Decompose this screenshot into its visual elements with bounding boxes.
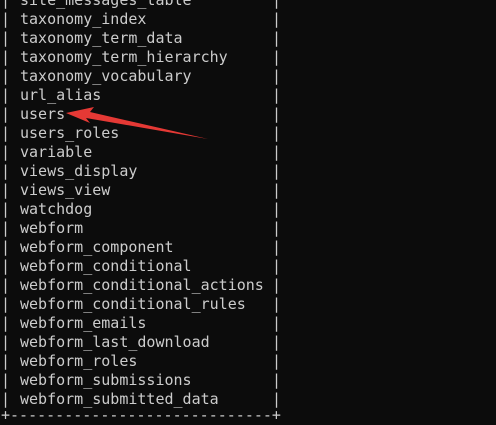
row-border-left: | — [1, 124, 11, 142]
table-name-cell: users — [20, 105, 66, 123]
table-name-cell: webform_conditional_actions — [20, 276, 264, 294]
table-row: | taxonomy_vocabulary | — [0, 67, 496, 86]
table-row: | taxonomy_term_data | — [0, 29, 496, 48]
table-name-cell: url_alias — [20, 86, 102, 104]
row-border-right: | — [272, 29, 282, 47]
table-row: | users_roles | — [0, 124, 496, 143]
row-border-right: | — [272, 105, 282, 123]
row-border-left: | — [1, 162, 11, 180]
row-border-right: | — [272, 124, 282, 142]
row-border-right: | — [272, 371, 282, 389]
row-border-right: | — [272, 10, 282, 28]
table-listing: | site_messages_table | | taxonomy_index | | ta… — [0, 0, 496, 409]
row-border-right: | — [272, 181, 282, 199]
row-border-left: | — [1, 67, 11, 85]
table-row: | webform_emails | — [0, 314, 496, 333]
row-border-left: | — [1, 333, 11, 351]
row-border-right: | — [272, 143, 282, 161]
table-name-cell: webform_component — [20, 238, 174, 256]
row-border-right: | — [272, 314, 282, 332]
row-border-right: | — [272, 200, 282, 218]
row-border-left: | — [1, 371, 11, 389]
table-row: | webform_submissions | — [0, 371, 496, 390]
row-border-left: | — [1, 295, 11, 313]
row-border-right: | — [272, 0, 282, 9]
table-row: | webform_conditional | — [0, 257, 496, 276]
table-row: | webform_roles | — [0, 352, 496, 371]
table-row: | webform_last_download | — [0, 333, 496, 352]
table-row: | webform_component | — [0, 238, 496, 257]
row-border-right: | — [272, 219, 282, 237]
table-row: | url_alias | — [0, 86, 496, 105]
row-border-left: | — [1, 238, 11, 256]
table-bottom-border: +-----------------------------+ — [1, 406, 281, 424]
row-border-right: | — [272, 295, 282, 313]
table-row: | views_view | — [0, 181, 496, 200]
table-row: | views_display | — [0, 162, 496, 181]
table-name-cell: views_display — [20, 162, 138, 180]
table-name-cell: taxonomy_term_hierarchy — [20, 48, 228, 66]
table-name-cell: watchdog — [20, 200, 93, 218]
table-name-cell: webform_roles — [20, 352, 138, 370]
table-name-cell: taxonomy_vocabulary — [20, 67, 192, 85]
table-row: | webform_conditional_rules | — [0, 295, 496, 314]
row-border-left: | — [1, 143, 11, 161]
table-name-cell: views_view — [20, 181, 111, 199]
table-name-cell: webform_emails — [20, 314, 147, 332]
row-border-left: | — [1, 10, 11, 28]
row-border-left: | — [1, 29, 11, 47]
table-name-cell: webform_submissions — [20, 371, 192, 389]
row-border-right: | — [272, 162, 282, 180]
row-border-left: | — [1, 219, 11, 237]
table-name-cell: variable — [20, 143, 93, 161]
table-row: | variable | — [0, 143, 496, 162]
table-name-cell: users_roles — [20, 124, 120, 142]
table-name-cell: taxonomy_index — [20, 10, 147, 28]
table-name-cell: webform_conditional — [20, 257, 192, 275]
row-border-left: | — [1, 181, 11, 199]
row-border-left: | — [1, 200, 11, 218]
row-border-left: | — [1, 48, 11, 66]
table-row: | watchdog | — [0, 200, 496, 219]
table-row: | webform | — [0, 219, 496, 238]
table-row: | users | — [0, 105, 496, 124]
row-border-right: | — [272, 276, 282, 294]
row-border-left: | — [1, 314, 11, 332]
table-name-cell: taxonomy_term_data — [20, 29, 183, 47]
table-row: | taxonomy_index | — [0, 10, 496, 29]
terminal-output: | site_messages_table | | taxonomy_index | | ta… — [0, 0, 496, 409]
table-name-cell: webform_last_download — [20, 333, 210, 351]
row-border-right: | — [272, 352, 282, 370]
table-name-cell: webform — [20, 219, 84, 237]
row-border-right: | — [272, 67, 282, 85]
row-border-right: | — [272, 48, 282, 66]
row-border-left: | — [1, 0, 11, 9]
row-border-right: | — [272, 333, 282, 351]
row-border-right: | — [272, 238, 282, 256]
table-name-cell: webform_conditional_rules — [20, 295, 246, 313]
table-row: | site_messages_table | — [0, 0, 496, 10]
table-row: | webform_conditional_actions | — [0, 276, 496, 295]
row-border-left: | — [1, 257, 11, 275]
table-row: | taxonomy_term_hierarchy | — [0, 48, 496, 67]
row-border-right: | — [272, 86, 282, 104]
row-border-right: | — [272, 257, 282, 275]
row-border-left: | — [1, 276, 11, 294]
row-border-left: | — [1, 86, 11, 104]
row-border-left: | — [1, 352, 11, 370]
row-border-left: | — [1, 105, 11, 123]
table-name-cell: site_messages_table — [20, 0, 192, 9]
